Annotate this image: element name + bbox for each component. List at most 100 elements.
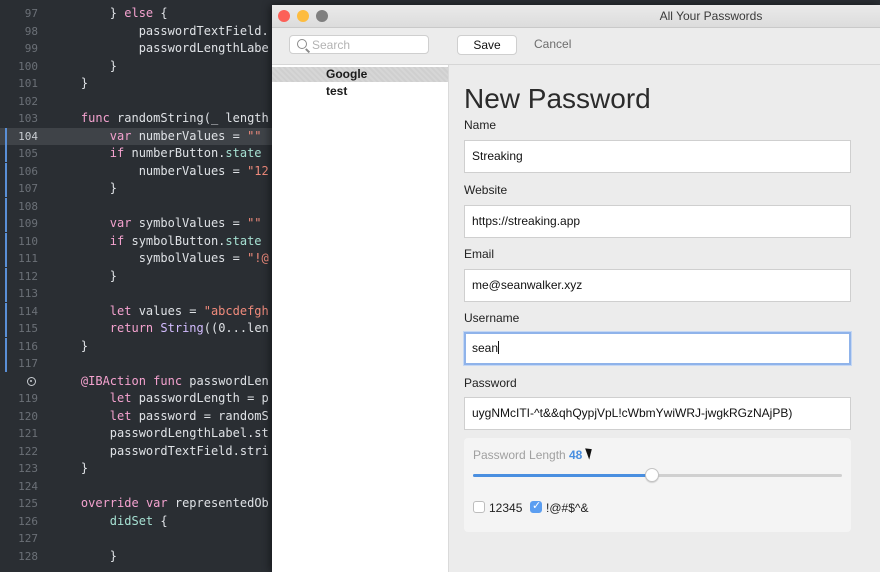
password-length-label: Password Length [473,448,566,462]
line-number: 121 [18,427,38,440]
line-number: 123 [18,462,38,475]
code-text: return String((0...len [109,321,269,335]
email-field[interactable]: me@seanwalker.xyz [464,269,851,302]
code-line: 126 didSet { [0,513,272,530]
code-line: 99 passwordLengthLabe [0,40,272,57]
code-line: 123 } [0,460,272,477]
line-number: 106 [18,165,38,178]
line-number: 103 [18,112,38,125]
line-number: 111 [18,252,38,265]
password-field[interactable]: uygNMcITI-^t&&qhQypjVpL!cWbmYwiWRJ-jwgkR… [464,397,851,430]
line-number: 114 [18,305,38,318]
mouse-pointer-icon [585,446,595,460]
code-line: 103 func randomString(_ length [0,110,272,127]
code-text: numberValues = "12 [52,164,269,178]
line-number: 104 [18,130,38,143]
line-number: 115 [18,322,38,335]
code-text: } [52,269,118,283]
line-number: 120 [18,410,38,423]
code-text: let values = "abcdefgh [109,304,269,318]
search-input[interactable] [312,37,422,52]
symbols-checkbox[interactable] [530,499,542,513]
code-text: @IBAction func passwordLen [80,374,269,388]
code-text: } [52,76,89,90]
code-line: 117 [0,355,272,372]
line-number: 112 [18,270,38,283]
code-line: 100 } [0,58,272,75]
slider-knob[interactable] [645,468,659,482]
code-text: let passwordLength = p [109,391,269,405]
list-item-test[interactable]: test [272,84,448,99]
code-line: 115 return String((0...len [0,320,272,337]
code-text: } [52,549,118,563]
code-text: } [52,181,118,195]
code-line: 97 } else { [0,5,272,22]
name-field[interactable]: Streaking [464,140,851,173]
code-text: passwordLengthLabe [52,41,269,55]
line-number: 126 [18,515,38,528]
code-line: 108 [0,198,272,215]
numbers-checkbox-label: 12345 [489,501,523,515]
password-list: Google test [272,65,449,572]
line-number: 97 [24,7,38,20]
search-icon [297,39,307,49]
username-field[interactable]: sean [464,332,851,365]
code-line: 105 if numberButton.state [0,145,272,162]
password-length-slider[interactable] [473,468,842,482]
line-number: 110 [18,235,38,248]
text-caret [498,341,500,354]
code-line: 116 } [0,338,272,355]
line-number: 117 [18,357,38,370]
code-text: if symbolButton.state [109,234,262,248]
password-options-panel: Password Length 48 12345 !@#$^& [464,438,851,532]
code-text: passwordTextField.stri [52,444,269,458]
line-number: 116 [18,340,38,353]
code-line: 111 symbolValues = "!@ [0,250,272,267]
window-title: All Your Passwords [659,9,763,23]
toolbar: Save Cancel [272,28,880,65]
title-bar: All Your Passwords [272,5,880,28]
website-field[interactable]: https://streaking.app [464,205,851,238]
line-number: 124 [18,480,38,493]
code-text: } [52,461,89,475]
code-text: } [52,339,89,353]
name-label: Name [464,118,497,132]
line-number: 98 [24,25,38,38]
line-number: 99 [24,42,38,55]
website-label: Website [464,183,508,197]
connection-icon[interactable] [27,377,36,386]
search-field[interactable] [289,35,429,54]
line-number: 101 [18,77,38,90]
line-number: 125 [18,497,38,510]
cancel-button[interactable]: Cancel [534,37,571,51]
code-line: 112 } [0,268,272,285]
line-number: 127 [18,532,38,545]
line-number: 122 [18,445,38,458]
code-text: var symbolValues = "" [109,216,262,230]
line-number: 102 [18,95,38,108]
code-text: didSet { [109,514,168,528]
save-button[interactable]: Save [457,35,517,55]
line-number: 100 [18,60,38,73]
code-line: 119 let passwordLength = p [0,390,272,407]
username-label: Username [464,311,520,325]
code-line: 124 [0,478,272,495]
list-item-google[interactable]: Google [272,67,448,82]
line-number: 107 [18,182,38,195]
list-item-label: test [326,84,348,98]
code-line: 98 passwordTextField. [0,23,272,40]
username-value: sean [472,341,499,355]
code-line: @IBAction func passwordLen [0,373,272,390]
numbers-checkbox[interactable] [473,501,485,513]
code-line: 127 [0,530,272,547]
code-line: 109 var symbolValues = "" [0,215,272,232]
code-text: func randomString(_ length [80,111,269,125]
line-number: 128 [18,550,38,563]
list-item-label: Google [326,67,368,81]
code-line: 104 var numberValues = "" [0,128,272,145]
code-line: 125 override var representedOb [0,495,272,512]
code-line: 102 [0,93,272,110]
new-password-form: New Password Name Streaking Website http… [449,65,880,572]
code-text: passwordTextField. [52,24,269,38]
code-text: override var representedOb [80,496,269,510]
